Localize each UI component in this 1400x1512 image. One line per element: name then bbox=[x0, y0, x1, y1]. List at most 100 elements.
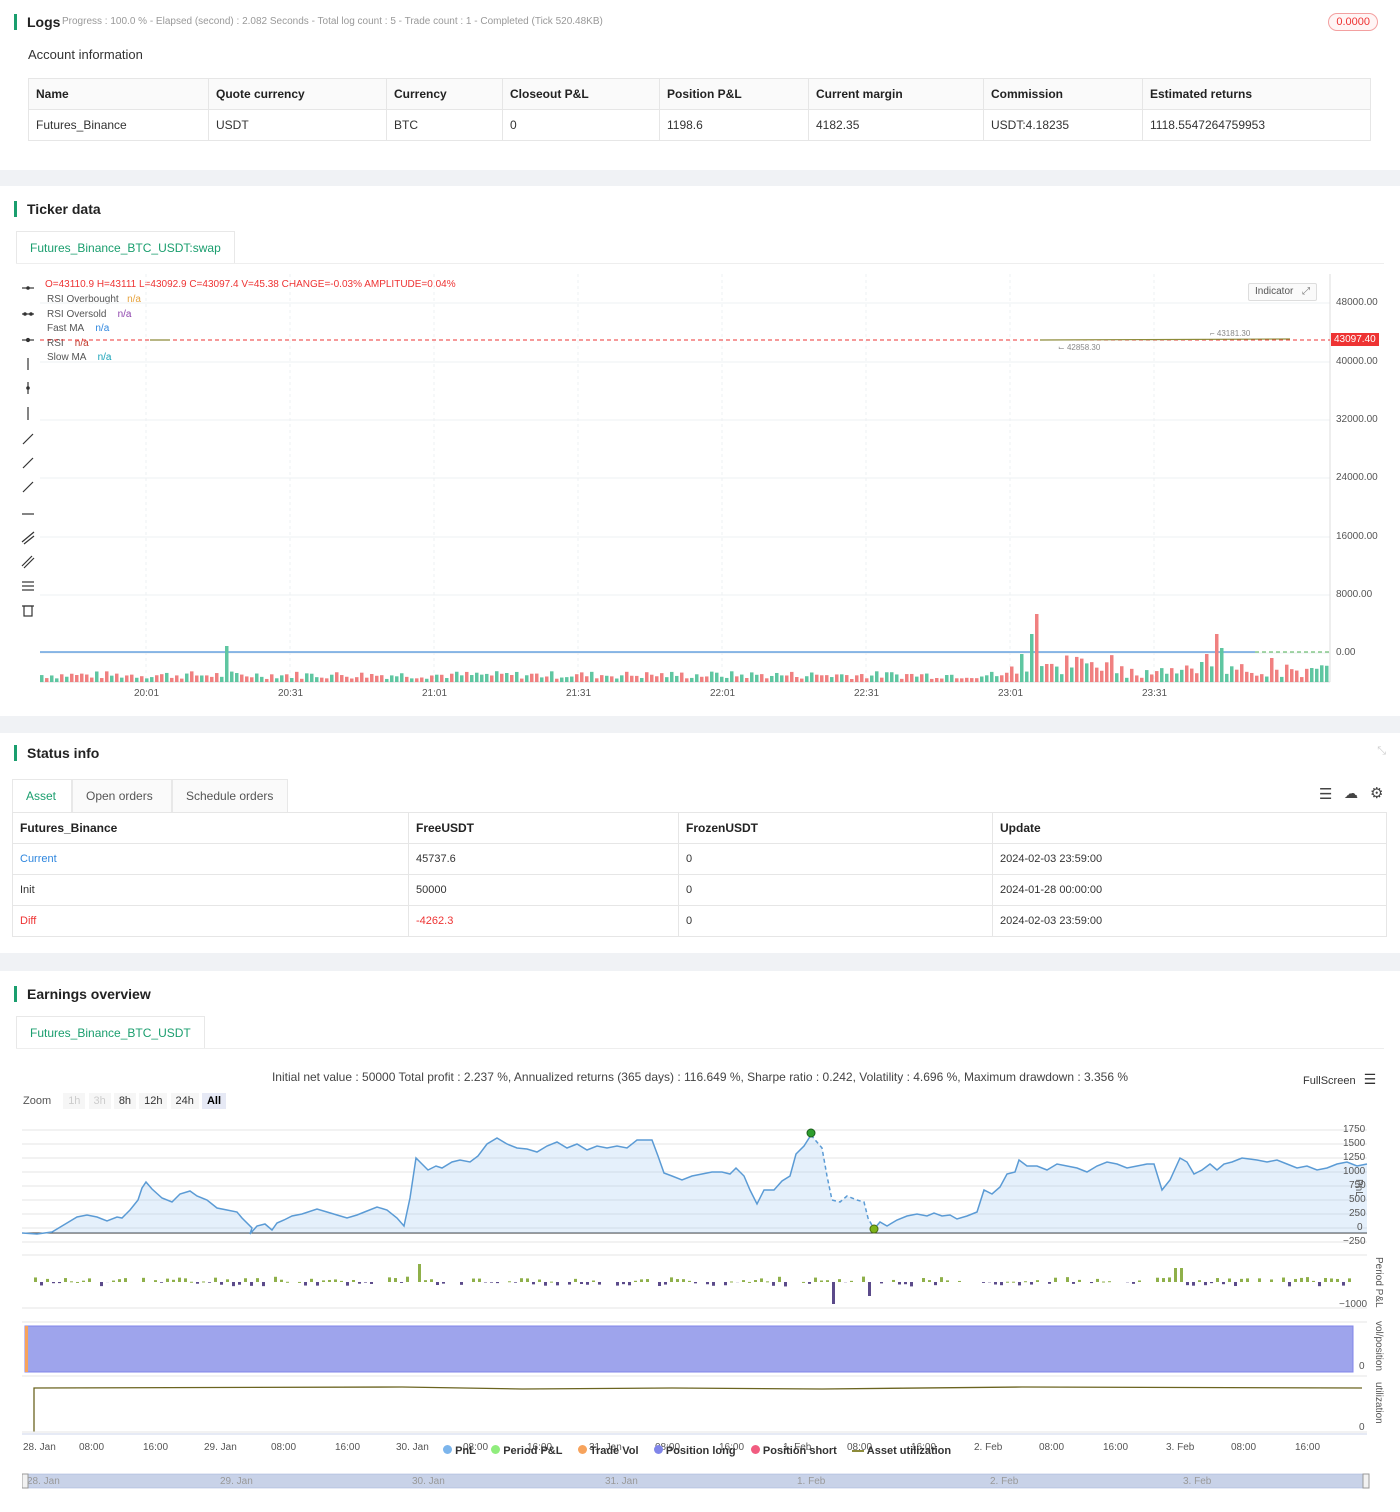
period-bar bbox=[730, 1281, 733, 1283]
volume-bar bbox=[740, 674, 744, 682]
period-bar bbox=[1180, 1268, 1183, 1282]
volume-bar bbox=[1135, 675, 1139, 682]
volume-bar bbox=[1015, 673, 1019, 682]
period-bar bbox=[616, 1282, 619, 1286]
menu-icon[interactable]: ☰ bbox=[1364, 1071, 1377, 1087]
period-bar bbox=[178, 1277, 181, 1282]
volume-bar bbox=[595, 678, 599, 682]
period-bar bbox=[628, 1282, 631, 1286]
volume-bar bbox=[590, 671, 594, 682]
cloud-download-icon[interactable]: ☁ bbox=[1344, 785, 1358, 802]
volume-bar bbox=[570, 676, 574, 682]
legend-item-trade-vol[interactable]: Trade Vol bbox=[577, 1445, 639, 1457]
pnl-tick: 1750 bbox=[1343, 1124, 1366, 1135]
period-bar bbox=[892, 1279, 895, 1282]
volume-bar bbox=[1315, 668, 1319, 682]
volume-bar bbox=[1075, 656, 1079, 682]
volume-bar bbox=[1170, 668, 1174, 682]
legend-item-asset-utilization[interactable]: Asset utilization bbox=[852, 1445, 951, 1457]
volume-bar bbox=[905, 674, 909, 682]
volume-bar bbox=[1235, 669, 1239, 682]
period-bar bbox=[340, 1280, 343, 1282]
zoom-12h[interactable]: 12h bbox=[139, 1093, 168, 1109]
volume-bar bbox=[675, 675, 679, 682]
volume-bar bbox=[120, 677, 124, 682]
period-bar bbox=[1270, 1279, 1273, 1282]
volume-bar bbox=[325, 678, 329, 682]
legend-item-position-short[interactable]: Position short bbox=[750, 1445, 837, 1457]
period-bar bbox=[430, 1279, 433, 1282]
low-marker: ⌙ 42858.30 bbox=[1058, 343, 1101, 352]
volume-bar bbox=[200, 675, 204, 682]
fullscreen-button[interactable]: FullScreen ☰ bbox=[1303, 1071, 1376, 1088]
volume-bar bbox=[1095, 667, 1099, 682]
drawing-tools-icons[interactable] bbox=[18, 280, 38, 620]
earnings-legend: PnL Period P&L Trade Vol Position long P… bbox=[443, 1445, 951, 1457]
time-tick: 23:01 bbox=[998, 688, 1024, 699]
volume-bar bbox=[720, 676, 724, 682]
volume-bar bbox=[985, 675, 989, 682]
volume-bar bbox=[735, 676, 739, 682]
cell: 50000 bbox=[408, 874, 679, 906]
tab-open-orders[interactable]: Open orders bbox=[72, 779, 172, 812]
period-bar bbox=[1324, 1277, 1327, 1282]
volume-bar bbox=[415, 678, 419, 682]
period-bar bbox=[304, 1282, 307, 1286]
x-tick: 2. Feb bbox=[974, 1442, 1003, 1453]
volume-bar bbox=[385, 678, 389, 682]
legend-item-period-pnl[interactable]: Period P&L bbox=[491, 1445, 562, 1457]
volume-bar bbox=[495, 671, 499, 682]
volume-bar bbox=[725, 677, 729, 682]
period-bar bbox=[400, 1282, 403, 1283]
volume-bar bbox=[1285, 664, 1289, 682]
logs-title: Logs bbox=[14, 14, 60, 30]
collapse-icon[interactable]: ⤡ bbox=[1377, 745, 1386, 758]
period-bar bbox=[232, 1282, 235, 1287]
volume-bar bbox=[1000, 675, 1004, 682]
volume-bar bbox=[1070, 667, 1074, 682]
period-bar bbox=[580, 1282, 583, 1285]
volume-bar bbox=[1060, 674, 1064, 682]
zoom-1h[interactable]: 1h bbox=[63, 1093, 86, 1109]
zoom-all[interactable]: All bbox=[201, 1093, 227, 1109]
cell: 4182.35 bbox=[808, 109, 984, 141]
volume-bar bbox=[335, 672, 339, 682]
volume-bar bbox=[1050, 663, 1054, 682]
list-icon[interactable]: ☰ bbox=[1319, 785, 1332, 803]
period-bar bbox=[322, 1280, 325, 1282]
volume-bar bbox=[375, 675, 379, 682]
tab-asset[interactable]: Asset bbox=[12, 779, 72, 812]
tab-ticker-symbol[interactable]: Futures_Binance_BTC_USDT:swap bbox=[16, 231, 235, 264]
volume-bar bbox=[520, 678, 524, 682]
period-bar bbox=[82, 1280, 85, 1282]
tab-schedule-orders[interactable]: Schedule orders bbox=[172, 779, 288, 812]
period-bar bbox=[1072, 1282, 1075, 1284]
candlestick-chart[interactable]: ⌐ 43181.30 ⌙ 42858.30 bbox=[40, 274, 1400, 694]
time-tick: 21:01 bbox=[422, 688, 448, 699]
volume-bar bbox=[150, 677, 154, 682]
period-bar bbox=[1186, 1282, 1189, 1286]
zoom-label: Zoom bbox=[23, 1095, 52, 1107]
period-bar bbox=[682, 1279, 685, 1282]
earnings-summary: Initial net value : 50000 Total profit :… bbox=[271, 1070, 1129, 1084]
zoom-24h[interactable]: 24h bbox=[170, 1093, 199, 1109]
cell: Init bbox=[12, 874, 409, 906]
period-bar bbox=[460, 1282, 463, 1285]
period-bar bbox=[190, 1281, 193, 1283]
period-bar bbox=[910, 1282, 913, 1287]
legend-item-pnl[interactable]: PnL bbox=[443, 1445, 476, 1457]
table-row: Current 45737.6 0 2024-02-03 23:59:00 bbox=[12, 843, 1387, 875]
zoom-8h[interactable]: 8h bbox=[113, 1093, 137, 1109]
period-bar bbox=[1102, 1281, 1105, 1283]
period-bar bbox=[1036, 1280, 1039, 1282]
settings-icon[interactable]: ⚙ bbox=[1370, 784, 1383, 802]
time-tick: 22:31 bbox=[854, 688, 880, 699]
period-bar bbox=[250, 1282, 253, 1286]
tab-earnings-symbol[interactable]: Futures_Binance_BTC_USDT bbox=[16, 1016, 205, 1049]
period-bar bbox=[172, 1279, 175, 1282]
legend-item-position-long[interactable]: Position long bbox=[653, 1445, 736, 1457]
volume-bar bbox=[1200, 662, 1204, 682]
high-marker: ⌐ 43181.30 bbox=[1210, 329, 1251, 338]
x-tick: 29. Jan bbox=[204, 1442, 237, 1453]
zoom-3h[interactable]: 3h bbox=[88, 1093, 111, 1109]
